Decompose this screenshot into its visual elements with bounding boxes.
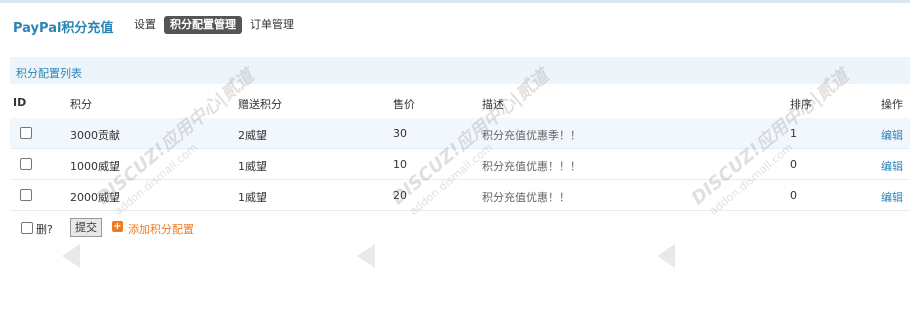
- price-cell: 30: [393, 127, 407, 140]
- watermark-arrow-icon: [62, 244, 80, 268]
- table-footer: 删? 提交 + 添加积分配置: [0, 216, 910, 240]
- order-cell: 0: [790, 158, 797, 171]
- column-header-bonus: 赠送积分: [238, 98, 282, 111]
- watermark-arrow-icon: [357, 244, 375, 268]
- edit-link[interactable]: 编辑: [881, 158, 903, 174]
- top-border: [0, 0, 910, 3]
- table-row: 2000威望 1威望 20 积分充值优惠！！ 0 编辑: [10, 180, 910, 211]
- section-header: 积分配置列表: [10, 57, 910, 84]
- column-header-description: 描述: [482, 98, 504, 111]
- edit-link[interactable]: 编辑: [881, 127, 903, 143]
- delete-label: 删?: [36, 223, 53, 236]
- bonus-cell: 1威望: [238, 160, 267, 173]
- description-cell: 积分充值优惠！！: [482, 191, 570, 204]
- order-cell: 1: [790, 127, 797, 140]
- description-cell: 积分充值优惠！！！: [482, 160, 581, 173]
- tab-settings[interactable]: 设置: [134, 16, 156, 34]
- price-cell: 10: [393, 158, 407, 171]
- add-points-config-link[interactable]: 添加积分配置: [128, 221, 194, 237]
- points-cell: 3000贡献: [70, 129, 120, 142]
- tab-points-config[interactable]: 积分配置管理: [164, 16, 242, 34]
- delete-checkbox[interactable]: [21, 222, 33, 234]
- bonus-cell: 1威望: [238, 191, 267, 204]
- watermark-arrow-icon: [657, 244, 675, 268]
- points-cell: 2000威望: [70, 191, 120, 204]
- section-title: 积分配置列表: [16, 67, 82, 80]
- row-checkbox[interactable]: [20, 127, 32, 139]
- header: PayPal积分充值 设置 积分配置管理 订单管理: [0, 14, 910, 36]
- tab-orders[interactable]: 订单管理: [250, 16, 294, 34]
- points-cell: 1000威望: [70, 160, 120, 173]
- table-row: 3000贡献 2威望 30 积分充值优惠季！！ 1 编辑: [10, 118, 910, 149]
- submit-button[interactable]: 提交: [70, 218, 102, 237]
- edit-link[interactable]: 编辑: [881, 189, 903, 205]
- table-row: 1000威望 1威望 10 积分充值优惠！！！ 0 编辑: [10, 149, 910, 180]
- column-header-order: 排序: [790, 98, 812, 111]
- order-cell: 0: [790, 189, 797, 202]
- column-header-id: ID: [13, 96, 27, 109]
- price-cell: 20: [393, 189, 407, 202]
- row-checkbox[interactable]: [20, 158, 32, 170]
- column-header-action: 操作: [881, 98, 903, 111]
- column-header-points: 积分: [70, 98, 92, 111]
- app-title: PayPal积分充值: [13, 21, 114, 36]
- table-header: ID 积分 赠送积分 售价 描述 排序 操作: [0, 88, 910, 116]
- row-checkbox[interactable]: [20, 189, 32, 201]
- column-header-price: 售价: [393, 98, 415, 111]
- add-icon[interactable]: +: [112, 221, 123, 232]
- description-cell: 积分充值优惠季！！: [482, 129, 581, 142]
- bonus-cell: 2威望: [238, 129, 267, 142]
